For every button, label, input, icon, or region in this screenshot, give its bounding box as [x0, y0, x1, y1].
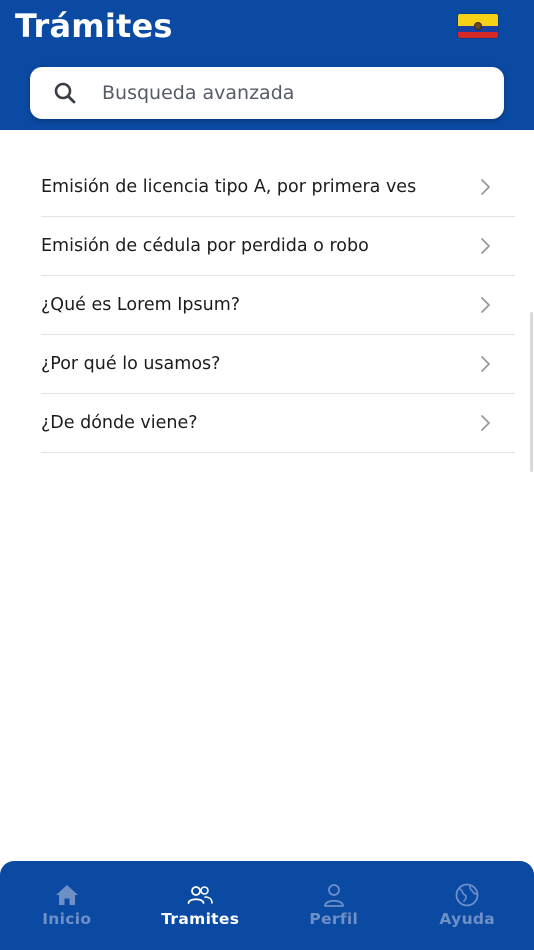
tramites-screen: Trámites Emisión de licencia tipo A, por…: [0, 0, 534, 950]
list-item-label: ¿Qué es Lorem Ipsum?: [41, 295, 241, 315]
chevron-right-icon: [481, 179, 490, 195]
list-item[interactable]: ¿Qué es Lorem Ipsum?: [41, 276, 515, 335]
nav-label: Inicio: [42, 910, 92, 928]
page-title: Trámites: [15, 7, 173, 45]
nav-item-tramites[interactable]: Tramites: [134, 861, 268, 950]
user-icon: [320, 882, 348, 908]
nav-item-inicio[interactable]: Inicio: [0, 861, 134, 950]
list-item-label: Emisión de licencia tipo A, por primera …: [41, 177, 417, 197]
procedures-list: Emisión de licencia tipo A, por primera …: [41, 158, 515, 453]
chevron-right-icon: [481, 356, 490, 372]
bottom-navigation: Inicio Tramites Perfil Ayuda: [0, 861, 534, 950]
chevron-right-icon: [481, 415, 490, 431]
chevron-right-icon: [481, 238, 490, 254]
list-item-label: ¿De dónde viene?: [41, 413, 198, 433]
globe-icon: [453, 882, 481, 908]
nav-item-ayuda[interactable]: Ayuda: [401, 861, 534, 950]
search-input[interactable]: [102, 73, 472, 113]
app-header: Trámites: [0, 0, 534, 130]
home-icon: [53, 882, 81, 908]
search-bar[interactable]: [30, 67, 504, 119]
nav-label: Tramites: [161, 910, 240, 928]
ecuador-flag-icon[interactable]: [458, 14, 498, 38]
list-item-label: ¿Por qué lo usamos?: [41, 354, 221, 374]
list-item[interactable]: ¿Por qué lo usamos?: [41, 335, 515, 394]
search-icon[interactable]: [52, 80, 78, 106]
users-icon: [186, 882, 214, 908]
list-item[interactable]: ¿De dónde viene?: [41, 394, 515, 453]
list-item[interactable]: Emisión de licencia tipo A, por primera …: [41, 158, 515, 217]
list-item[interactable]: Emisión de cédula por perdida o robo: [41, 217, 515, 276]
nav-label: Ayuda: [439, 910, 496, 928]
chevron-right-icon: [481, 297, 490, 313]
nav-item-perfil[interactable]: Perfil: [267, 861, 401, 950]
list-item-label: Emisión de cédula por perdida o robo: [41, 236, 369, 256]
nav-label: Perfil: [309, 910, 359, 928]
scrollbar[interactable]: [530, 312, 533, 472]
